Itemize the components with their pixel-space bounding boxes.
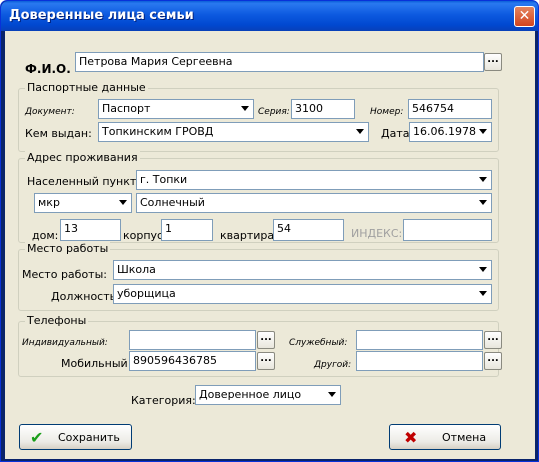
save-button-label: Сохранить xyxy=(58,431,120,444)
position-select[interactable]: уборщица xyxy=(113,284,492,304)
address-legend: Адрес проживания xyxy=(25,151,140,164)
mobile-phone-field[interactable]: 890596436785 xyxy=(129,351,256,371)
house-field[interactable]: 13 xyxy=(60,219,121,241)
dialog-body: Ф.И.О. Петрова Мария Сергеевна ... Паспо… xyxy=(5,31,535,459)
settlement-value: г. Топки xyxy=(140,173,188,186)
chevron-down-icon xyxy=(479,267,487,272)
window-title: Доверенные лица семьи xyxy=(9,8,194,23)
work-place-select[interactable]: Школа xyxy=(113,260,492,280)
individual-phone-field[interactable] xyxy=(129,330,256,350)
chevron-down-icon xyxy=(119,200,127,205)
district-type-value: мкр xyxy=(38,196,60,209)
document-select[interactable]: Паспорт xyxy=(98,99,254,119)
index-field[interactable] xyxy=(403,219,492,241)
save-button[interactable]: ✔ Сохранить xyxy=(19,424,132,450)
chevron-down-icon xyxy=(479,200,487,205)
date-value: 16.06.1978 xyxy=(413,125,476,138)
dialog-window: Доверенные лица семьи ✕ Ф.И.О. Петрова М… xyxy=(0,0,539,462)
settlement-select[interactable]: г. Топки xyxy=(136,170,492,190)
settlement-label: Населенный пункт: xyxy=(27,175,140,188)
index-label: ИНДЕКС: xyxy=(351,227,403,240)
phones-legend: Телефоны xyxy=(25,314,89,327)
category-select[interactable]: Доверенное лицо xyxy=(195,385,341,405)
work-legend: Место работы xyxy=(25,242,111,255)
other-phone-browse-button[interactable]: ... xyxy=(484,352,502,370)
series-label: Серия: xyxy=(258,107,290,117)
individual-phone-browse-button[interactable]: ... xyxy=(257,331,275,349)
apartment-label: квартира: xyxy=(220,229,278,242)
chevron-down-icon xyxy=(479,129,487,134)
mobile-phone-label: Мобильный: xyxy=(61,357,132,370)
other-phone-label: Другой: xyxy=(314,360,352,370)
close-button[interactable]: ✕ xyxy=(514,6,535,27)
category-label: Категория: xyxy=(131,394,196,407)
issued-by-select[interactable]: Топкинским ГРОВД xyxy=(98,122,369,142)
chevron-down-icon xyxy=(356,129,364,134)
number-field[interactable]: 546754 xyxy=(408,99,492,119)
position-label: Должность: xyxy=(51,290,120,303)
building-field[interactable]: 1 xyxy=(161,219,213,241)
document-label: Документ: xyxy=(25,107,75,117)
district-type-select[interactable]: мкр xyxy=(34,193,132,213)
work-phone-browse-button[interactable]: ... xyxy=(484,331,502,349)
close-icon: ✕ xyxy=(518,8,531,24)
passport-legend: Паспортные данные xyxy=(25,81,148,94)
work-phone-field[interactable] xyxy=(356,330,483,350)
work-phone-label: Служебный: xyxy=(289,338,348,348)
house-label: дом: xyxy=(32,229,59,242)
work-place-value: Школа xyxy=(117,263,156,276)
cancel-button-label: Отмена xyxy=(442,431,487,444)
chevron-down-icon xyxy=(241,106,249,111)
work-place-label: Место работы: xyxy=(22,268,107,281)
title-bar[interactable]: Доверенные лица семьи ✕ xyxy=(1,1,538,31)
series-field[interactable]: 3100 xyxy=(291,99,355,119)
chevron-down-icon xyxy=(328,392,336,397)
chevron-down-icon xyxy=(479,291,487,296)
fio-label: Ф.И.О. xyxy=(25,62,71,76)
district-select[interactable]: Солнечный xyxy=(136,193,492,213)
fio-field[interactable]: Петрова Мария Сергеевна xyxy=(75,52,484,72)
position-value: уборщица xyxy=(117,287,176,300)
cross-icon: ✖ xyxy=(404,428,418,447)
apartment-field[interactable]: 54 xyxy=(273,219,344,241)
other-phone-field[interactable] xyxy=(356,351,483,371)
number-label: Номер: xyxy=(370,107,404,117)
individual-phone-label: Индивидуальный: xyxy=(22,338,108,348)
check-icon: ✔ xyxy=(30,428,44,447)
issued-by-label: Кем выдан: xyxy=(25,127,92,140)
chevron-down-icon xyxy=(479,177,487,182)
date-select[interactable]: 16.06.1978 xyxy=(409,122,492,142)
cancel-button[interactable]: ✖ Отмена xyxy=(389,424,501,450)
mobile-phone-browse-button[interactable]: ... xyxy=(257,352,275,370)
district-value: Солнечный xyxy=(140,196,205,209)
document-value: Паспорт xyxy=(102,102,151,115)
category-value: Доверенное лицо xyxy=(199,388,302,401)
fio-browse-button[interactable]: ... xyxy=(484,53,502,71)
passport-group: Паспортные данные xyxy=(18,81,499,152)
issued-by-value: Топкинским ГРОВД xyxy=(102,125,214,138)
